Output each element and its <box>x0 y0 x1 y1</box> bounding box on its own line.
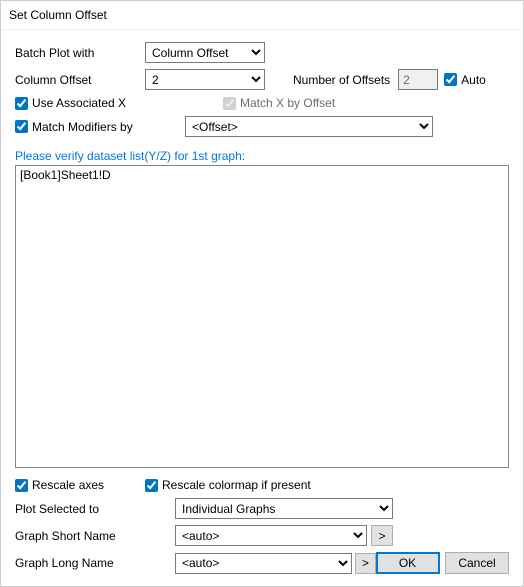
list-item[interactable]: [Book1]Sheet1!D <box>20 168 504 182</box>
rescale-colormap-label: Rescale colormap if present <box>162 478 311 492</box>
window-title: Set Column Offset <box>9 8 107 22</box>
batch-plot-with-label: Batch Plot with <box>15 46 145 60</box>
rescale-colormap-checkbox[interactable] <box>145 479 158 492</box>
column-offset-select[interactable]: 2 <box>145 69 265 90</box>
graph-short-name-select[interactable]: <auto> <box>175 525 367 546</box>
graph-long-name-label: Graph Long Name <box>15 556 175 570</box>
rescale-axes-checkbox[interactable] <box>15 479 28 492</box>
verify-hint: Please verify dataset list(Y/Z) for 1st … <box>15 149 509 163</box>
rescale-axes-wrap[interactable]: Rescale axes <box>15 478 145 492</box>
match-modifiers-wrap[interactable]: Match Modifiers by <box>15 120 155 134</box>
auto-checkbox-label: Auto <box>461 73 486 87</box>
match-x-by-offset-label: Match X by Offset <box>240 96 335 110</box>
cancel-button[interactable]: Cancel <box>445 552 509 574</box>
rescale-axes-label: Rescale axes <box>32 478 104 492</box>
number-of-offsets-label: Number of Offsets <box>293 73 390 87</box>
plot-selected-to-label: Plot Selected to <box>15 502 175 516</box>
match-modifiers-checkbox[interactable] <box>15 120 28 133</box>
plot-selected-to-select[interactable]: Individual Graphs <box>175 498 393 519</box>
use-associated-x-checkbox[interactable] <box>15 97 28 110</box>
graph-short-name-more-button[interactable]: > <box>371 525 393 546</box>
graph-long-name-more-button[interactable]: > <box>355 553 375 574</box>
batch-plot-with-select[interactable]: Column Offset <box>145 42 265 63</box>
match-x-by-offset-checkbox <box>223 97 236 110</box>
ok-button[interactable]: OK <box>376 552 440 574</box>
titlebar: Set Column Offset <box>1 1 523 30</box>
auto-checkbox[interactable] <box>444 73 457 86</box>
column-offset-label: Column Offset <box>15 73 145 87</box>
dialog-window: Set Column Offset Batch Plot with Column… <box>0 0 524 587</box>
auto-checkbox-wrap[interactable]: Auto <box>444 73 486 87</box>
match-modifiers-label: Match Modifiers by <box>32 120 133 134</box>
use-associated-x-wrap[interactable]: Use Associated X <box>15 96 145 110</box>
rescale-colormap-wrap[interactable]: Rescale colormap if present <box>145 478 311 492</box>
dataset-listbox[interactable]: [Book1]Sheet1!D <box>15 165 509 468</box>
match-modifiers-select[interactable]: <Offset> <box>185 116 433 137</box>
number-of-offsets-input[interactable] <box>398 69 438 90</box>
graph-short-name-label: Graph Short Name <box>15 529 175 543</box>
graph-long-name-select[interactable]: <auto> <box>175 553 352 574</box>
use-associated-x-label: Use Associated X <box>32 96 126 110</box>
content-area: Batch Plot with Column Offset Column Off… <box>1 30 523 586</box>
match-x-by-offset-wrap: Match X by Offset <box>223 96 335 110</box>
